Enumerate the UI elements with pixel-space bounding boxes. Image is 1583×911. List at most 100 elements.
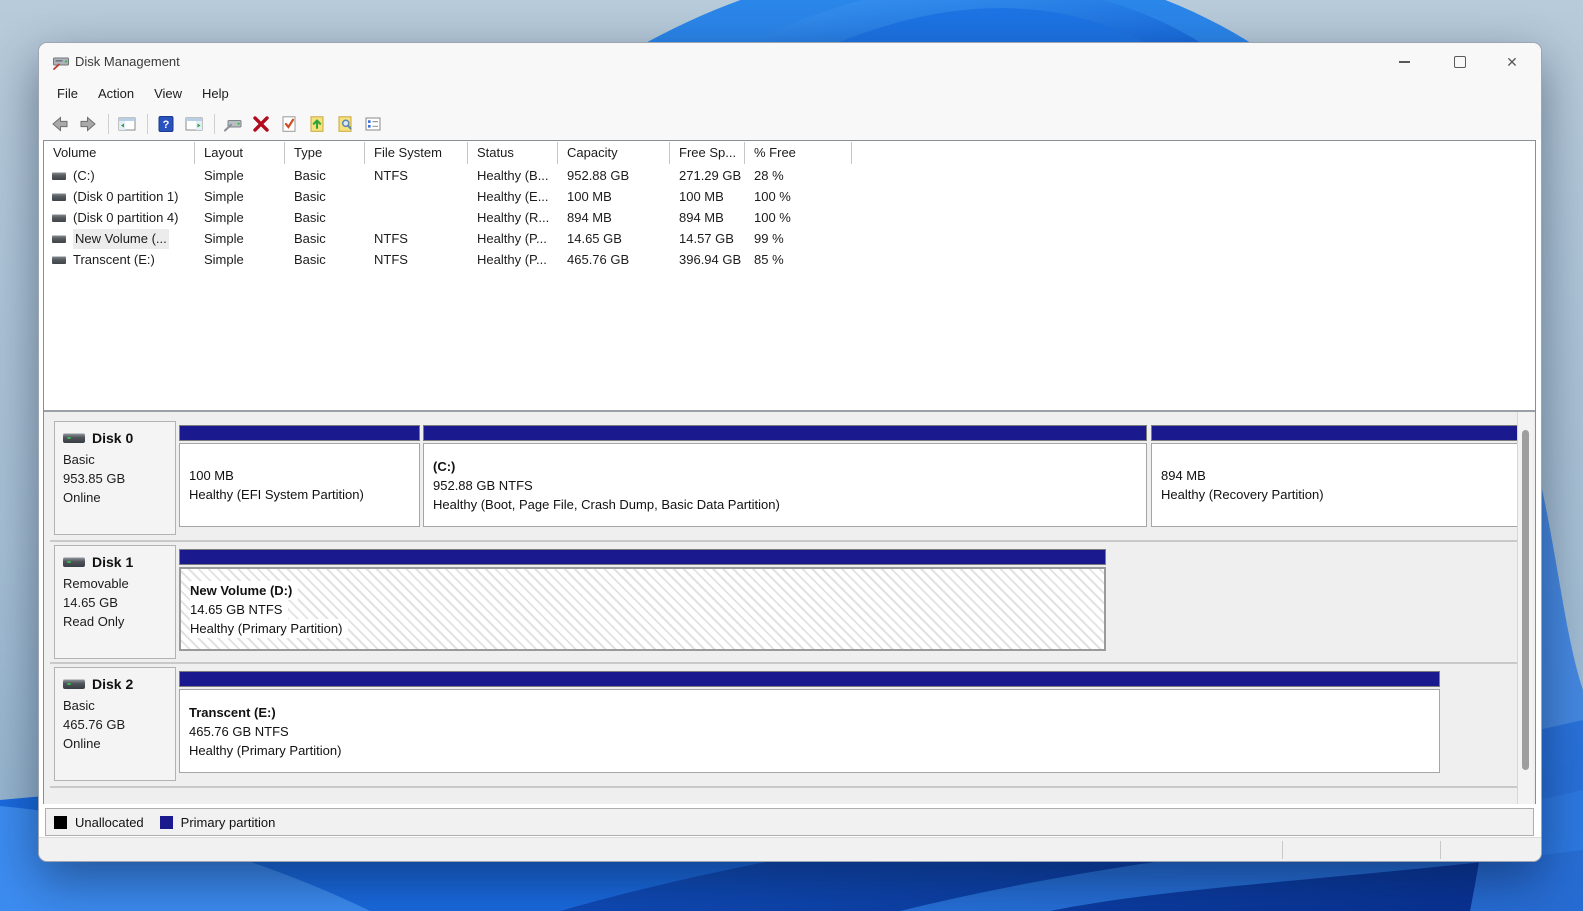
cell-status: Healthy (R... [477,210,550,225]
toolbar-separator [147,113,148,134]
disk-state: Read Only [63,614,125,629]
partition-size: 952.88 GB NTFS [433,477,533,493]
cell-file-system: NTFS [374,168,408,183]
disk-row-separator [50,540,1528,542]
primary-partition-swatch [159,815,173,829]
menu-action[interactable]: Action [88,82,144,106]
back-arrow-icon [52,115,68,132]
disk2-label-panel[interactable]: Disk 2 Basic 465.76 GB Online [54,667,176,781]
menu-file[interactable]: File [47,82,88,106]
cell-status: Healthy (E... [477,189,549,204]
toolbar-separator [214,113,215,134]
partition-size: 465.76 GB NTFS [189,723,289,739]
volume-icon [52,193,66,201]
maximize-button[interactable] [1435,43,1485,81]
cell-status: Healthy (P... [477,231,547,246]
volume-list-header: Volume Layout Type File System Status Ca… [44,141,1535,165]
column-header-pct-free[interactable]: % Free [745,142,852,164]
cell-file-system: NTFS [374,231,408,246]
disk-icon [63,433,85,443]
partition-name: New Volume (D:) [190,580,299,600]
partition-efi[interactable]: 100 MB Healthy (EFI System Partition) [179,425,420,527]
column-header-volume[interactable]: Volume [44,142,195,164]
disk-name: Disk 2 [92,676,134,692]
volume-name: (Disk 0 partition 4) [73,210,179,225]
rescan-disks-button[interactable] [220,111,246,137]
partition-name: (C:) [433,458,456,474]
cell-pct-free: 100 % [754,189,791,204]
menu-view[interactable]: View [144,82,192,106]
action-pane-icon [185,117,203,130]
show-console-tree-button[interactable] [114,111,140,137]
forward-button[interactable] [75,111,101,137]
cell-file-system [365,187,468,207]
cell-capacity: 952.88 GB [567,168,630,183]
partition-size: 894 MB [1161,468,1206,483]
column-header-status[interactable]: Status [468,142,558,164]
cell-layout: Simple [204,189,244,204]
partition-color-bar [1151,425,1524,441]
minimize-button[interactable] [1379,43,1429,81]
disk-kind: Removable [63,576,129,591]
disk1-label-panel[interactable]: Disk 1 Removable 14.65 GB Read Only [54,545,176,659]
delete-volume-button[interactable] [248,111,274,137]
partition-status: Healthy (Primary Partition) [189,742,342,758]
table-row[interactable]: Transcent (E:) Simple Basic NTFS Healthy… [44,250,1535,270]
volume-icon [52,235,66,243]
partition-recovery[interactable]: 894 MB Healthy (Recovery Partition) [1151,425,1524,527]
cell-pct-free: 100 % [754,210,791,225]
checklist-icon [365,117,381,130]
column-header-capacity[interactable]: Capacity [558,142,670,164]
volume-icon [52,172,66,180]
disk-state: Online [63,736,101,751]
open-button[interactable] [304,111,330,137]
menu-bar: File Action View Help [39,81,1541,107]
desktop: Disk Management ✕ File Action View Help [0,0,1583,911]
disk0-label-panel[interactable]: Disk 0 Basic 953.85 GB Online [54,421,176,535]
disk-size: 465.76 GB [63,717,126,732]
back-button[interactable] [47,111,73,137]
table-row[interactable]: (Disk 0 partition 1) Simple Basic Health… [44,187,1535,207]
cell-layout: Simple [204,210,244,225]
scrollbar-thumb[interactable] [1522,430,1529,770]
help-icon: ? [158,115,174,132]
column-header-file-system[interactable]: File System [365,142,468,164]
cell-file-system: NTFS [374,252,408,267]
delete-x-icon [253,115,269,132]
explore-button[interactable] [332,111,358,137]
cell-capacity: 100 MB [567,189,612,204]
partition-transcent[interactable]: Transcent (E:) 465.76 GB NTFS Healthy (P… [179,671,1440,773]
cell-capacity: 14.65 GB [567,231,622,246]
help-button[interactable]: ? [153,111,179,137]
volume-icon [52,214,66,222]
disk-icon [63,557,85,567]
cell-free-space: 14.57 GB [679,231,734,246]
show-action-pane-button[interactable] [181,111,207,137]
column-header-free-space[interactable]: Free Sp... [670,142,745,164]
properties-button[interactable] [360,111,386,137]
partition-color-bar [179,671,1440,687]
column-header-layout[interactable]: Layout [195,142,285,164]
mark-partition-active-button[interactable] [276,111,302,137]
table-row[interactable]: (Disk 0 partition 4) Simple Basic Health… [44,208,1535,228]
volume-name: (C:) [73,168,95,183]
table-row-selected[interactable]: New Volume (... Simple Basic NTFS Health… [44,229,1535,249]
disk-management-app-icon [53,57,69,70]
partition-new-volume-selected[interactable]: New Volume (D:) 14.65 GB NTFS Healthy (P… [179,549,1106,651]
folder-up-arrow-icon [310,115,324,132]
table-row[interactable]: (C:) Simple Basic NTFS Healthy (B... 952… [44,166,1535,186]
legend-bar: Unallocated Primary partition [45,808,1534,836]
disk-row-separator [50,662,1528,664]
disk-name: Disk 1 [92,554,134,570]
partition-size: 100 MB [189,468,234,483]
vertical-scrollbar[interactable] [1517,412,1533,804]
partition-c[interactable]: (C:) 952.88 GB NTFS Healthy (Boot, Page … [423,425,1147,527]
disk-row-separator [50,786,1528,788]
cell-free-space: 100 MB [679,189,724,204]
close-button[interactable]: ✕ [1487,43,1537,81]
column-header-type[interactable]: Type [285,142,365,164]
volume-name: Transcent (E:) [73,252,155,267]
partition-size: 14.65 GB NTFS [190,599,289,619]
toolbar: ? [39,107,1541,140]
menu-help[interactable]: Help [192,82,239,106]
